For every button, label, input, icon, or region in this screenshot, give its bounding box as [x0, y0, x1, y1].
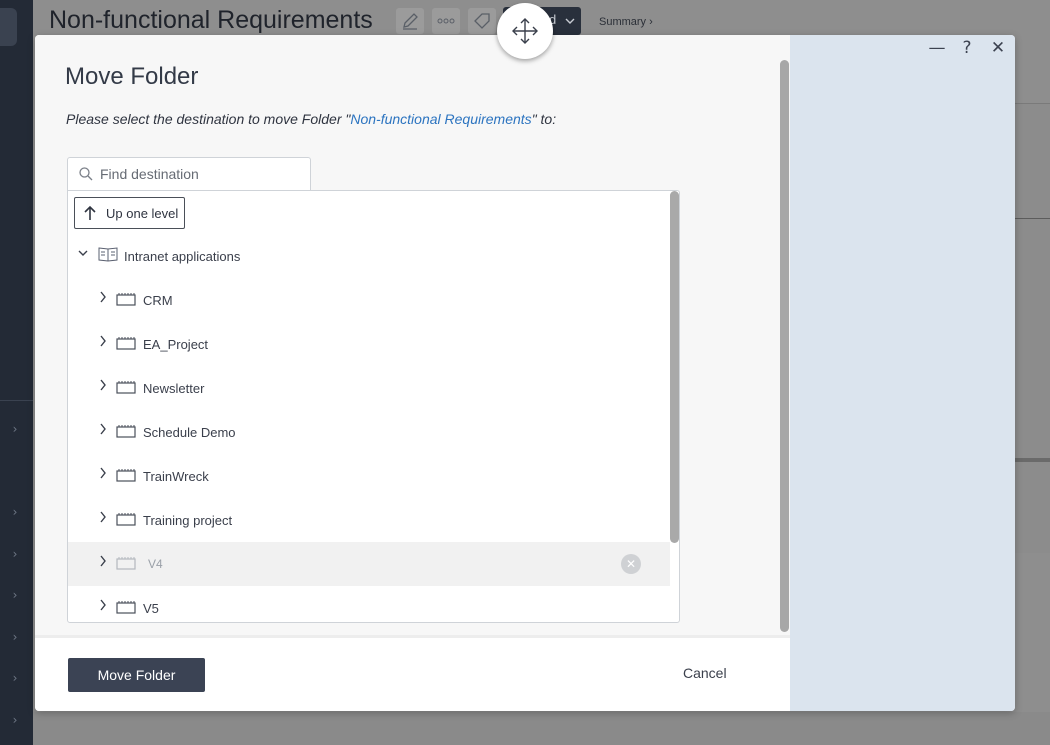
chevron-down-icon[interactable]	[77, 246, 89, 260]
dialog-body: Move Folder Please select the destinatio…	[35, 35, 790, 635]
tree-item-newsletter[interactable]: Newsletter	[68, 366, 670, 410]
background-divider	[1015, 218, 1050, 219]
arrow-up-icon	[84, 205, 96, 220]
chevron-right-icon[interactable]	[97, 466, 109, 480]
instruction-suffix: " to:	[531, 111, 557, 127]
up-one-level-button[interactable]: Up one level	[74, 197, 185, 229]
tree-item-label: TrainWreck	[143, 469, 209, 484]
dialog-footer: Move Folder Cancel	[35, 635, 790, 711]
chevron-down-icon	[565, 18, 575, 24]
help-icon[interactable]: ?	[958, 39, 976, 57]
tree-item-schedule-demo[interactable]: Schedule Demo	[68, 410, 670, 454]
background-tag-icon	[468, 8, 496, 34]
close-icon[interactable]: ✕	[989, 39, 1007, 57]
background-edit-icon	[396, 8, 424, 34]
book-icon	[98, 247, 118, 262]
chevron-right-icon[interactable]	[97, 422, 109, 436]
not-allowed-icon: ✕	[621, 554, 641, 574]
cancel-button[interactable]: Cancel	[683, 665, 727, 681]
tree-item-label: EA_Project	[143, 337, 209, 352]
project-icon	[116, 293, 136, 306]
dialog-scrollbar[interactable]	[780, 60, 789, 632]
background-right-panel	[1015, 103, 1050, 553]
chevron-right-icon[interactable]	[97, 554, 109, 568]
chevron-right-icon: ›	[12, 422, 18, 436]
project-icon	[116, 601, 136, 614]
tree-item-ea-project[interactable]: EA_Project	[68, 322, 670, 366]
dialog-side-panel: — ? ✕	[790, 35, 1015, 711]
chevron-right-icon[interactable]	[97, 378, 109, 392]
project-icon	[116, 337, 136, 350]
move-arrows-icon	[512, 18, 538, 44]
background-sidebar-pill	[0, 8, 17, 46]
background-sidebar-divider	[0, 400, 33, 401]
chevron-right-icon: ›	[12, 505, 18, 519]
background-summary-link: Summary ›	[599, 16, 653, 28]
tree-item-label: V4	[148, 557, 163, 571]
project-icon	[116, 425, 136, 438]
up-one-level-label: Up one level	[106, 206, 179, 221]
project-icon	[116, 557, 136, 570]
move-folder-button[interactable]: Move Folder	[68, 658, 205, 692]
background-footer	[33, 712, 1050, 745]
search-icon	[79, 167, 93, 181]
tree-item-trainwreck[interactable]: TrainWreck	[68, 454, 670, 498]
project-icon	[116, 513, 136, 526]
chevron-right-icon[interactable]	[97, 334, 109, 348]
chevron-right-icon[interactable]	[97, 290, 109, 304]
tree-item-intranet-applications[interactable]: Intranet applications	[68, 234, 670, 278]
tree-item-label: Schedule Demo	[143, 425, 236, 440]
instruction-folder-name: Non-functional Requirements	[350, 111, 532, 127]
tree-item-label: CRM	[143, 293, 173, 308]
chevron-right-icon: ›	[12, 671, 18, 685]
minimize-icon[interactable]: —	[928, 39, 946, 57]
chevron-right-icon: ›	[12, 713, 18, 727]
background-divider	[1015, 458, 1050, 462]
dialog-title: Move Folder	[65, 63, 199, 90]
tree-item-label: Intranet applications	[124, 249, 241, 264]
chevron-right-icon: ›	[12, 588, 18, 602]
chevron-right-icon[interactable]	[97, 510, 109, 524]
instruction-prefix: Please select the destination to move Fo…	[66, 111, 351, 127]
tree-item-training-project[interactable]: Training project	[68, 498, 670, 542]
chevron-right-icon[interactable]	[97, 598, 109, 612]
chevron-right-icon: ›	[12, 630, 18, 644]
search-input[interactable]	[100, 165, 300, 183]
destination-search[interactable]	[67, 157, 311, 190]
chevron-right-icon: ›	[12, 547, 18, 561]
tree-item-v4: V4 ✕	[68, 542, 670, 586]
tree-item-label: V5	[143, 601, 159, 616]
tree-item-crm[interactable]: CRM	[68, 278, 670, 322]
background-page-title: Non-functional Requirements	[49, 6, 373, 34]
background-more-icon	[432, 8, 460, 34]
project-icon	[116, 469, 136, 482]
move-folder-dialog: Move Folder Please select the destinatio…	[35, 35, 1015, 711]
tree-item-label: Newsletter	[143, 381, 205, 396]
tree-item-v5[interactable]: V5	[68, 586, 670, 622]
project-icon	[116, 381, 136, 394]
tree-item-label: Training project	[143, 513, 233, 528]
dialog-instruction: Please select the destination to move Fo…	[66, 111, 556, 127]
tree-scrollbar[interactable]	[670, 191, 679, 543]
dialog-content: Move Folder Please select the destinatio…	[35, 35, 790, 711]
move-dialog-handle[interactable]	[497, 3, 553, 59]
destination-tree: Up one level Intranet applications CRM E…	[67, 190, 680, 623]
